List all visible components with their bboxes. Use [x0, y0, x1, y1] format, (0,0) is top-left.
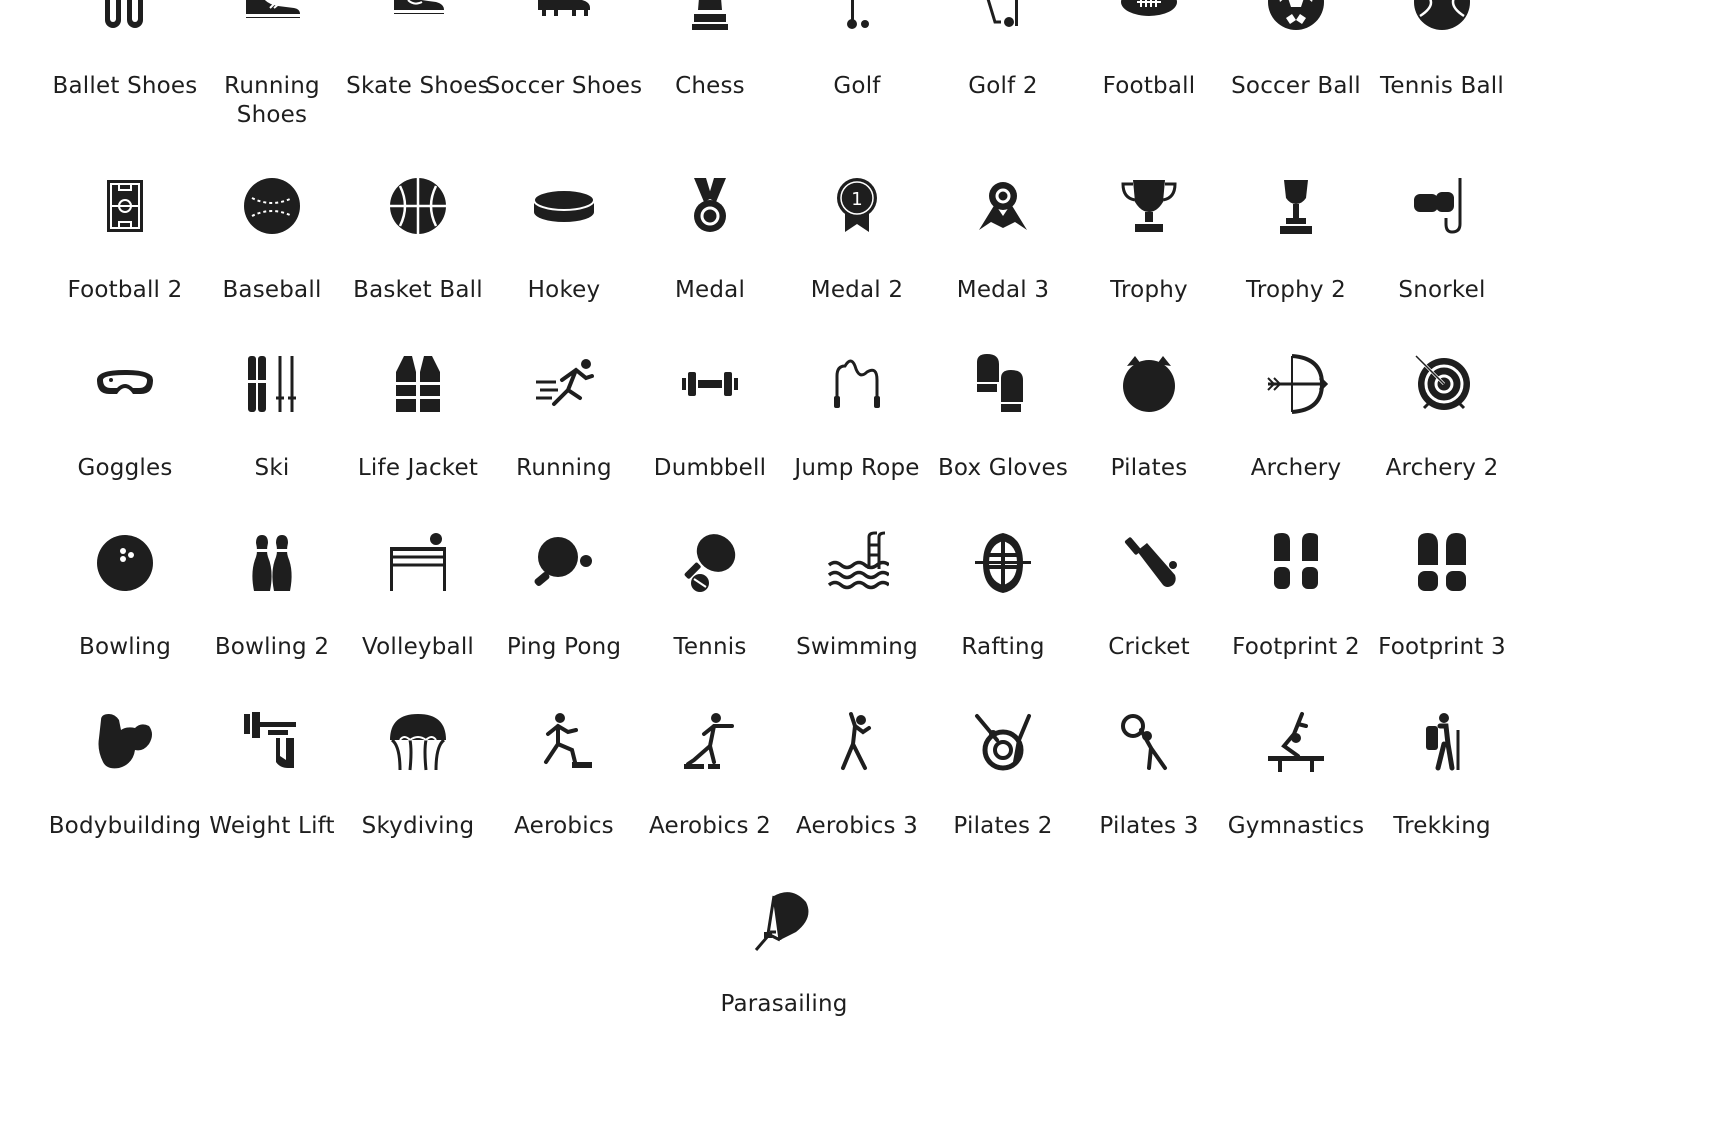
svg-text:1: 1: [851, 189, 862, 210]
parachute-icon: [386, 710, 450, 774]
dumbbell-icon: [678, 352, 742, 416]
archery-bow-icon: [1264, 352, 1328, 416]
footprint-3-icon: [1410, 531, 1474, 595]
footprint-2-icon: [1264, 531, 1328, 595]
ballet-shoes-icon: [93, 0, 157, 34]
medal-2-icon: 1: [825, 174, 889, 238]
pilates-3-icon: [1117, 710, 1181, 774]
weight-lift-icon: [240, 710, 304, 774]
ping-pong-icon: [532, 531, 596, 595]
medal-icon: [678, 174, 742, 238]
swimming-pool-icon: [825, 531, 889, 595]
running-shoes-icon: [240, 0, 304, 34]
pilates-ring-icon: [971, 710, 1035, 774]
football-field-icon: [93, 174, 157, 238]
icon-label: Tennis Ball: [1380, 73, 1504, 99]
cricket-bat-icon: [1117, 531, 1181, 595]
jump-rope-icon: [825, 352, 889, 416]
tennis-ball-icon: [1410, 0, 1474, 34]
trophy-2-icon: [1264, 174, 1328, 238]
icon-label: Running Shoes: [224, 73, 320, 128]
soccer-shoes-icon: [532, 0, 596, 34]
skate-shoes-icon: [386, 0, 450, 34]
aerobics-2-icon: [678, 710, 742, 774]
life-jacket-icon: [386, 352, 450, 416]
icon-label: Archery 2: [1385, 455, 1499, 481]
pilates-ball-icon: [1117, 352, 1181, 416]
goggles-icon: [93, 352, 157, 416]
baseball-icon: [240, 174, 304, 238]
trophy-icon: [1117, 174, 1181, 238]
volleyball-net-icon: [386, 531, 450, 595]
golf-icon: [825, 0, 889, 34]
icon-label: Ballet Shoes: [52, 73, 198, 99]
ski-icon: [240, 352, 304, 416]
aerobics-icon: [532, 710, 596, 774]
flexed-arm-icon: [93, 710, 157, 774]
running-icon: [532, 352, 596, 416]
parasailing-icon: [752, 888, 816, 952]
tennis-racket-icon: [678, 531, 742, 595]
icon-label: Parasailing: [720, 991, 848, 1017]
archery-target-icon: [1410, 352, 1474, 416]
icon-label: Snorkel: [1398, 277, 1486, 303]
medal-3-icon: [971, 174, 1035, 238]
snorkel-icon: [1410, 174, 1474, 238]
bowling-pins-icon: [240, 531, 304, 595]
golf-2-icon: [971, 0, 1035, 34]
rafting-boat-icon: [971, 531, 1035, 595]
icon-grid: Ballet Shoes Running Shoes Skate Shoes Socc…: [0, 0, 1736, 1134]
icon-label: Footprint 3: [1378, 634, 1506, 660]
trekking-icon: [1410, 710, 1474, 774]
aerobics-3-icon: [825, 710, 889, 774]
chess-icon: [678, 0, 742, 34]
gymnastics-beam-icon: [1264, 710, 1328, 774]
soccer-ball-icon: [1264, 0, 1328, 34]
hockey-puck-icon: [532, 174, 596, 238]
bowling-ball-icon: [93, 531, 157, 595]
icon-label: Trekking: [1393, 813, 1491, 839]
boxing-gloves-icon: [971, 352, 1035, 416]
basketball-icon: [386, 174, 450, 238]
football-icon: [1117, 0, 1181, 34]
